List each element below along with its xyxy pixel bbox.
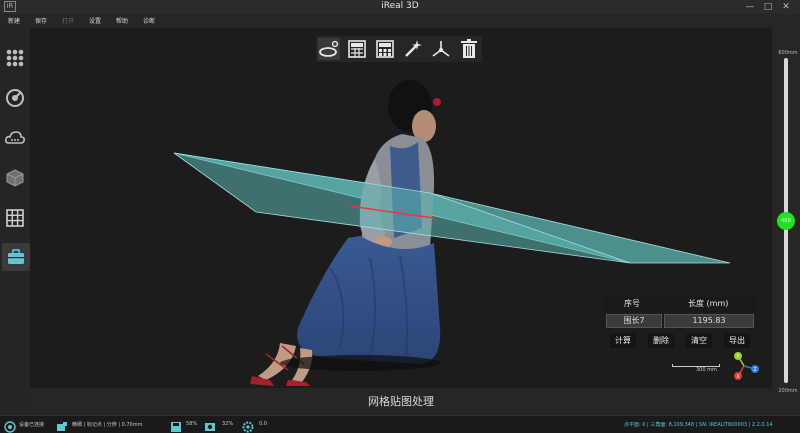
axis-triad-icon[interactable] <box>430 38 452 60</box>
scan-icon[interactable] <box>4 87 26 109</box>
3d-viewport[interactable]: 序号 长度 (mm) 围长7 1195.83 计算 删除 清空 导出 300 m… <box>30 28 772 388</box>
cube-icon[interactable] <box>4 167 26 189</box>
status-scan-mode: 精细 | 标记点 | 分辨 | 0.70mm <box>72 422 143 428</box>
status-disk: 58% <box>186 421 198 427</box>
status-gpu: 0.0 <box>259 421 267 427</box>
status-bar: 设备已连接 精细 | 标记点 | 分辨 | 0.70mm 58% 32% 0.0… <box>0 415 800 433</box>
menu-item-save[interactable]: 保存 <box>35 16 47 25</box>
viewport-toolbar <box>316 36 482 62</box>
clear-button[interactable]: 清空 <box>686 334 712 348</box>
grid-dots-icon[interactable] <box>4 47 26 69</box>
column-header-index: 序号 <box>624 299 640 308</box>
measure-table: 序号 长度 (mm) 围长7 1195.83 计算 删除 清空 导出 <box>604 296 756 352</box>
distance-slider[interactable]: 600mm 400 200mm <box>772 28 800 415</box>
left-toolbar <box>0 28 30 415</box>
measure-row-length[interactable]: 1195.83 <box>664 314 754 328</box>
grid-calculator-icon[interactable] <box>374 38 396 60</box>
process-label: 网格贴图处理 <box>368 395 434 408</box>
trash-icon[interactable] <box>458 38 480 60</box>
scale-bar-label: 300 mm <box>696 367 717 373</box>
title-bar: iR iReal 3D — □ ✕ <box>0 0 800 14</box>
slider-min-label: 200mm <box>778 388 798 394</box>
toolbox-icon[interactable] <box>2 243 30 271</box>
scale-bar: 300 mm <box>672 362 720 374</box>
magic-wand-icon[interactable] <box>402 38 424 60</box>
axis-gizmo: Y Z X <box>730 348 764 380</box>
camera-icon <box>204 418 216 431</box>
minimize-button[interactable]: — <box>744 1 756 13</box>
calculate-button[interactable]: 计算 <box>610 334 636 348</box>
delete-button[interactable]: 删除 <box>648 334 674 348</box>
menu-item-new[interactable]: 新建 <box>8 16 20 25</box>
menu-item-settings[interactable]: 设置 <box>89 16 101 25</box>
status-model-info: 点平面: 0 | 三角面: 8,109,348 | SN: IREALIT800… <box>624 422 773 428</box>
mesh-grid-icon[interactable] <box>4 207 26 229</box>
maximize-button[interactable]: □ <box>762 1 774 13</box>
app-window: iR iReal 3D — □ ✕ 新建 保存 打开 设置 帮助 诊断 序号 长… <box>0 0 800 433</box>
menu-bar: 新建 保存 打开 设置 帮助 诊断 <box>0 14 800 28</box>
close-button[interactable]: ✕ <box>780 1 792 13</box>
snap-icon <box>56 418 68 431</box>
slider-max-label: 600mm <box>778 50 798 56</box>
export-button[interactable]: 导出 <box>724 334 750 348</box>
column-header-length: 长度 (mm) <box>688 299 729 308</box>
axis-x-label: X <box>736 374 740 380</box>
window-title: iReal 3D <box>381 1 419 11</box>
status-memory: 32% <box>222 421 234 427</box>
slider-thumb[interactable]: 400 <box>777 211 795 230</box>
status-device: 设备已连接 <box>19 422 45 428</box>
menu-item-help[interactable]: 帮助 <box>116 16 128 25</box>
calculator-icon[interactable] <box>346 38 368 60</box>
device-icon <box>4 418 16 433</box>
measure-row-name[interactable]: 围长7 <box>606 314 662 328</box>
cloud-icon[interactable] <box>4 127 26 149</box>
axis-z-label: Z <box>753 367 757 373</box>
menu-item-diagnose[interactable]: 诊断 <box>143 16 155 25</box>
gear-icon <box>242 418 254 433</box>
floppy-icon <box>170 418 182 432</box>
menu-item-open[interactable]: 打开 <box>62 16 74 25</box>
ellipse-measure-icon[interactable] <box>318 38 340 60</box>
process-status-bar: 网格贴图处理 <box>30 388 772 415</box>
